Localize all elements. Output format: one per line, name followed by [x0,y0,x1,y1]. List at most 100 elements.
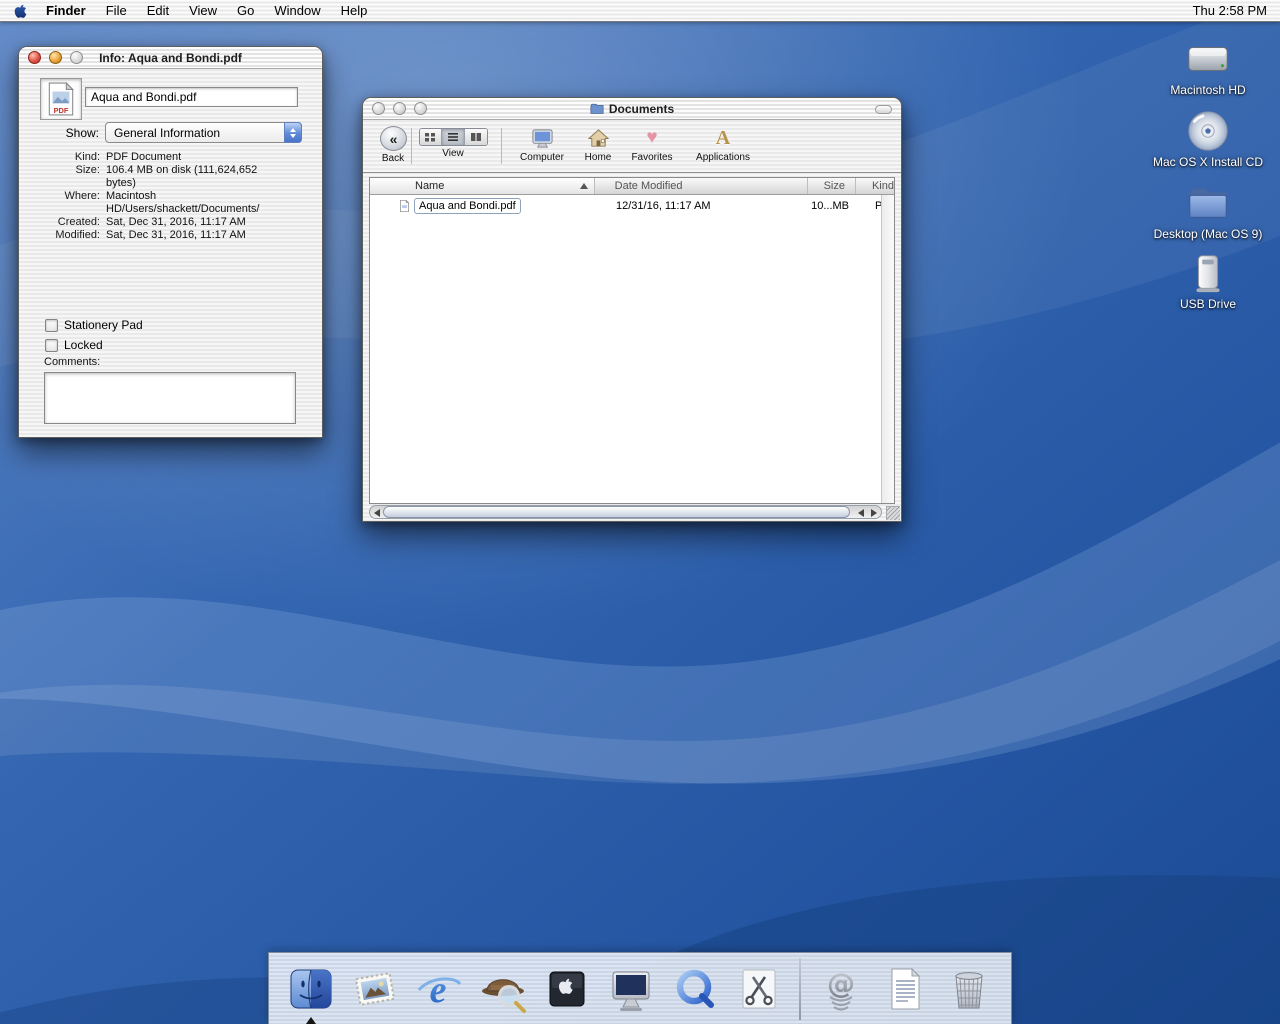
quicktime-icon [676,969,714,1008]
where-label: Where: [64,190,100,202]
created-value: Sat, Dec 31, 2016, 11:17 AM [106,216,246,228]
folder-icon [1185,180,1231,226]
trash-icon [955,971,983,1008]
scroll-left-arrow[interactable] [858,509,864,517]
info-titlebar[interactable]: Info: Aqua and Bondi.pdf [19,47,322,69]
sherlock-icon [482,978,526,1013]
show-popup-menu[interactable]: General Information [105,122,302,143]
comments-label: Comments: [44,356,101,368]
back-button[interactable]: « [379,126,407,151]
dock-item-mail-at[interactable]: @ [817,965,865,1013]
documents-titlebar[interactable]: Documents [363,98,901,120]
computer-shortcut[interactable]: Computer [513,126,571,163]
favorites-label: Favorites [631,152,673,163]
apple-menu[interactable] [0,0,36,21]
file-list[interactable]: Aqua and Bondi.pdf 12/31/16, 11:17 AM 10… [370,195,894,503]
column-header-name[interactable]: Name [370,178,595,194]
menu-view[interactable]: View [179,0,227,21]
home-icon [569,126,627,150]
desktop-icon-install-cd[interactable]: Mac OS X Install CD [1148,108,1268,169]
internet-explorer-icon: e [417,969,462,1011]
dock-item-scissors[interactable] [735,965,783,1013]
system-preferences-icon [549,971,585,1006]
back-label: Back [381,153,405,164]
popup-arrows-icon [284,122,302,143]
created-label: Created: [57,216,100,228]
info-fields: Kind: PDF Document Size: 106.4 MB on dis… [36,151,288,242]
home-shortcut[interactable]: Home [569,126,627,163]
desktop-icon-label: Desktop (Mac OS 9) [1153,227,1263,241]
toolbar-toggle-button[interactable] [875,105,892,114]
applications-shortcut[interactable]: A Applications [694,126,752,163]
pdf-document-icon [400,199,410,213]
desktop-icon-macintosh-hd[interactable]: Macintosh HD [1148,36,1268,97]
column-header-kind[interactable]: Kind [856,178,894,194]
mail-stamp-icon [354,971,396,1006]
running-indicator [306,1016,316,1024]
resize-grip[interactable] [886,506,900,520]
desktop-icon-label: USB Drive [1179,297,1236,311]
dock-item-displays[interactable] [607,965,655,1013]
back-button-group: « Back [373,126,413,164]
desktop-icon-desktop-os9[interactable]: Desktop (Mac OS 9) [1148,180,1268,241]
file-icon-well[interactable]: PDF [40,78,82,120]
displays-icon [612,971,650,1011]
stationery-pad-checkbox[interactable] [45,318,58,332]
where-value: Macintosh HD/Users/shackett/Documents/ [106,190,260,215]
locked-label: Locked [64,338,103,352]
show-popup-value: General Information [114,125,221,140]
desktop-icon-usb-drive[interactable]: USB Drive [1148,250,1268,311]
svg-text:PDF: PDF [54,106,69,115]
view-label: View [442,148,464,159]
list-view-button[interactable] [442,129,465,145]
locked-checkbox[interactable] [45,338,58,352]
favorites-shortcut[interactable]: ♥ Favorites [623,126,681,164]
date-modified-cell: 12/31/16, 11:17 AM [616,200,711,212]
dock: e @ [268,952,1012,1024]
horizontal-scrollbar[interactable] [369,505,882,519]
menu-finder[interactable]: Finder [36,0,96,21]
info-window: Info: Aqua and Bondi.pdf PDF Show: Gener… [18,46,323,438]
svg-text:@: @ [827,967,855,1000]
column-view-button[interactable] [464,129,487,145]
menu-bar: Finder File Edit View Go Window Help Thu… [0,0,1280,22]
svg-text:e: e [430,969,447,1011]
dock-item-textedit[interactable] [881,965,929,1013]
stationery-pad-option: Stationery Pad [45,318,143,332]
comments-textarea[interactable] [44,372,296,424]
dock-item-sherlock[interactable] [479,965,527,1013]
dock-item-finder[interactable] [287,965,335,1024]
menu-clock[interactable]: Thu 2:58 PM [1180,0,1280,21]
menu-window[interactable]: Window [264,0,330,21]
menu-help[interactable]: Help [331,0,378,21]
heart-icon: ♥ [646,127,658,148]
dock-item-mail[interactable] [351,965,399,1013]
desktop-icon-label: Macintosh HD [1170,83,1246,97]
dock-item-trash[interactable] [945,965,993,1013]
filename-edit-box[interactable]: Aqua and Bondi.pdf [414,198,521,214]
menu-edit[interactable]: Edit [137,0,179,21]
size-value: 106.4 MB on disk (111,624,652 bytes) [106,164,258,189]
vertical-scrollbar[interactable] [881,195,894,503]
applications-icon: A [715,127,731,149]
file-row[interactable]: Aqua and Bondi.pdf 12/31/16, 11:17 AM 10… [370,197,894,215]
modified-value: Sat, Dec 31, 2016, 11:17 AM [106,229,246,241]
size-label: Size: [75,164,100,176]
icon-view-button[interactable] [419,129,443,145]
dock-item-internet-explorer[interactable]: e [415,965,463,1013]
view-control-group: View [417,128,489,159]
column-header-size[interactable]: Size [808,178,856,194]
computer-icon [513,126,571,150]
textedit-icon [891,967,921,1009]
filename-field[interactable] [85,87,298,107]
scroll-left-arrow[interactable] [374,509,380,517]
kind-value: PDF Document [106,151,182,163]
menu-file[interactable]: File [96,0,137,21]
dock-item-system-preferences[interactable] [543,965,591,1013]
dock-item-quicktime[interactable] [671,965,719,1013]
scroll-right-arrow[interactable] [871,509,877,517]
menu-go[interactable]: Go [227,0,264,21]
column-header-date-modified[interactable]: Date Modified [595,178,809,194]
scrollbar-thumb[interactable] [383,506,850,518]
desktop: Finder File Edit View Go Window Help Thu… [0,0,1280,1024]
